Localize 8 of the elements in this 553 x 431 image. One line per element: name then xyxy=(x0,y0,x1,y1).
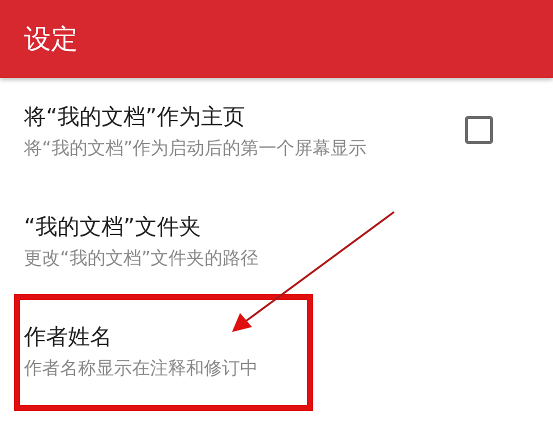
setting-summary: 更改“我的文档”文件夹的路径 xyxy=(24,247,260,270)
setting-title: “我的文档”文件夹 xyxy=(24,214,202,242)
setting-summary: 作者名称显示在注释和修订中 xyxy=(24,357,259,380)
setting-title: 将“我的文档”作为主页 xyxy=(24,104,246,132)
setting-title: 作者姓名 xyxy=(24,324,113,352)
app-bar-title: 设定 xyxy=(24,23,78,57)
setting-summary: 将“我的文档”作为启动后的第一个屏幕显示 xyxy=(24,137,368,160)
checkbox[interactable] xyxy=(465,116,493,144)
